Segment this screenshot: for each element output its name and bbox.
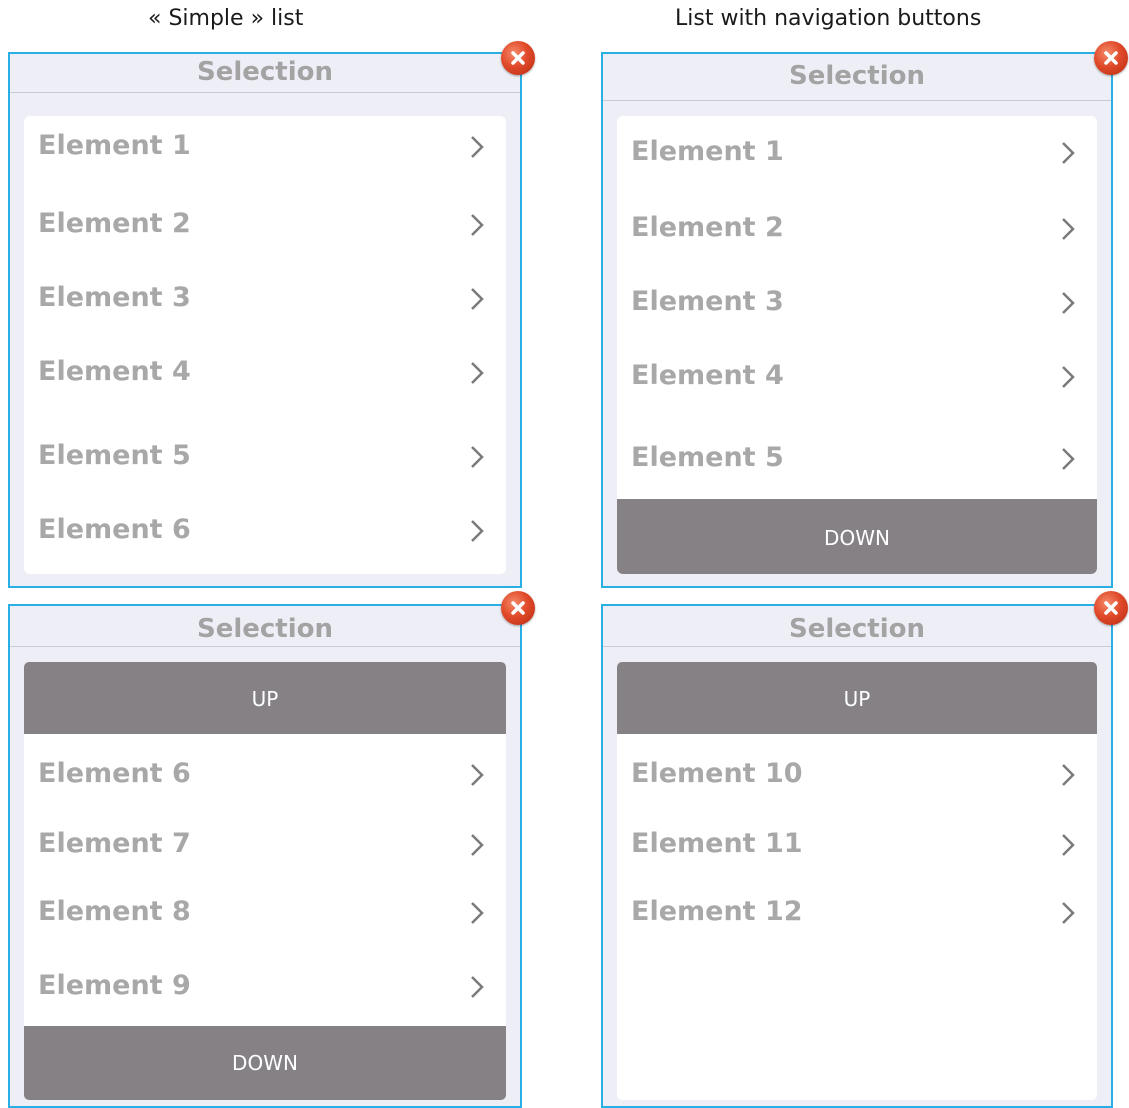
selection-panel-nav-last-page: Selection UP Element 10 Element 11 Eleme…	[601, 604, 1113, 1108]
chevron-right-icon	[471, 764, 484, 786]
chevron-right-icon	[1062, 834, 1075, 856]
list-item[interactable]: Element 10	[617, 750, 1097, 800]
up-button[interactable]: UP	[617, 662, 1097, 734]
list-item[interactable]: Element 6	[24, 750, 506, 800]
chevron-right-icon	[1062, 902, 1075, 924]
item-list: Element 1 Element 2 Element 3 Element 4 …	[617, 116, 1097, 574]
chevron-right-icon	[1062, 366, 1075, 388]
panel-title: Selection	[603, 54, 1111, 101]
list-item-label: Element 3	[631, 286, 784, 317]
chevron-right-icon	[471, 136, 484, 158]
list-item-label: Element 1	[38, 130, 191, 161]
list-item-label: Element 8	[38, 896, 191, 927]
close-button[interactable]	[501, 591, 535, 625]
list-item-label: Element 4	[631, 360, 784, 391]
list-item-label: Element 5	[631, 442, 784, 473]
list-item[interactable]: Element 9	[24, 962, 506, 1012]
item-list: UP Element 10 Element 11 Element 12	[617, 662, 1097, 1100]
close-button[interactable]	[501, 41, 535, 75]
up-button[interactable]: UP	[24, 662, 506, 734]
item-list: UP Element 6 Element 7 Element 8 Element…	[24, 662, 506, 1100]
chevron-right-icon	[1062, 448, 1075, 470]
close-button[interactable]	[1094, 41, 1128, 75]
down-button[interactable]: DOWN	[617, 499, 1097, 574]
chevron-right-icon	[471, 976, 484, 998]
chevron-right-icon	[471, 520, 484, 542]
list-item-label: Element 11	[631, 828, 803, 859]
list-item[interactable]: Element 1	[24, 122, 506, 172]
selection-panel-nav-first-page: Selection Element 1 Element 2 Element 3 …	[601, 52, 1113, 588]
list-item[interactable]: Element 3	[24, 274, 506, 324]
down-button[interactable]: DOWN	[24, 1026, 506, 1100]
panel-title: Selection	[10, 606, 520, 647]
list-item-label: Element 7	[38, 828, 191, 859]
item-list: Element 1 Element 2 Element 3 Element 4 …	[24, 116, 506, 574]
chevron-right-icon	[1062, 764, 1075, 786]
list-item-label: Element 1	[631, 136, 784, 167]
list-item[interactable]: Element 3	[617, 278, 1097, 328]
list-item[interactable]: Element 2	[24, 200, 506, 250]
list-item-label: Element 6	[38, 758, 191, 789]
list-item[interactable]: Element 8	[24, 888, 506, 938]
chevron-right-icon	[1062, 292, 1075, 314]
list-item-label: Element 9	[38, 970, 191, 1001]
list-item-label: Element 10	[631, 758, 803, 789]
list-item[interactable]: Element 11	[617, 820, 1097, 870]
list-item-label: Element 5	[38, 440, 191, 471]
chevron-right-icon	[1062, 142, 1075, 164]
caption-simple-list: « Simple » list	[148, 6, 304, 31]
chevron-right-icon	[1062, 218, 1075, 240]
chevron-right-icon	[471, 362, 484, 384]
chevron-right-icon	[471, 214, 484, 236]
list-item[interactable]: Element 5	[24, 432, 506, 482]
close-icon	[1104, 601, 1118, 615]
list-item[interactable]: Element 1	[617, 128, 1097, 178]
chevron-right-icon	[471, 834, 484, 856]
caption-navigation-list: List with navigation buttons	[675, 6, 982, 31]
selection-panel-nav-middle-page: Selection UP Element 6 Element 7 Element…	[8, 604, 522, 1108]
list-item[interactable]: Element 4	[24, 348, 506, 398]
list-item-label: Element 2	[631, 212, 784, 243]
chevron-right-icon	[471, 902, 484, 924]
list-item[interactable]: Element 5	[617, 434, 1097, 484]
list-item[interactable]: Element 2	[617, 204, 1097, 254]
close-icon	[1104, 51, 1118, 65]
list-item[interactable]: Element 6	[24, 506, 506, 556]
list-item-label: Element 4	[38, 356, 191, 387]
list-item-label: Element 12	[631, 896, 803, 927]
close-button[interactable]	[1094, 591, 1128, 625]
list-item[interactable]: Element 12	[617, 888, 1097, 938]
selection-panel-simple: Selection Element 1 Element 2 Element 3 …	[8, 52, 522, 588]
list-item-label: Element 3	[38, 282, 191, 313]
close-icon	[511, 601, 525, 615]
list-item-label: Element 2	[38, 208, 191, 239]
chevron-right-icon	[471, 446, 484, 468]
close-icon	[511, 51, 525, 65]
list-item[interactable]: Element 7	[24, 820, 506, 870]
chevron-right-icon	[471, 288, 484, 310]
list-item-label: Element 6	[38, 514, 191, 545]
panel-title: Selection	[603, 606, 1111, 647]
list-item[interactable]: Element 4	[617, 352, 1097, 402]
panel-title: Selection	[10, 54, 520, 93]
